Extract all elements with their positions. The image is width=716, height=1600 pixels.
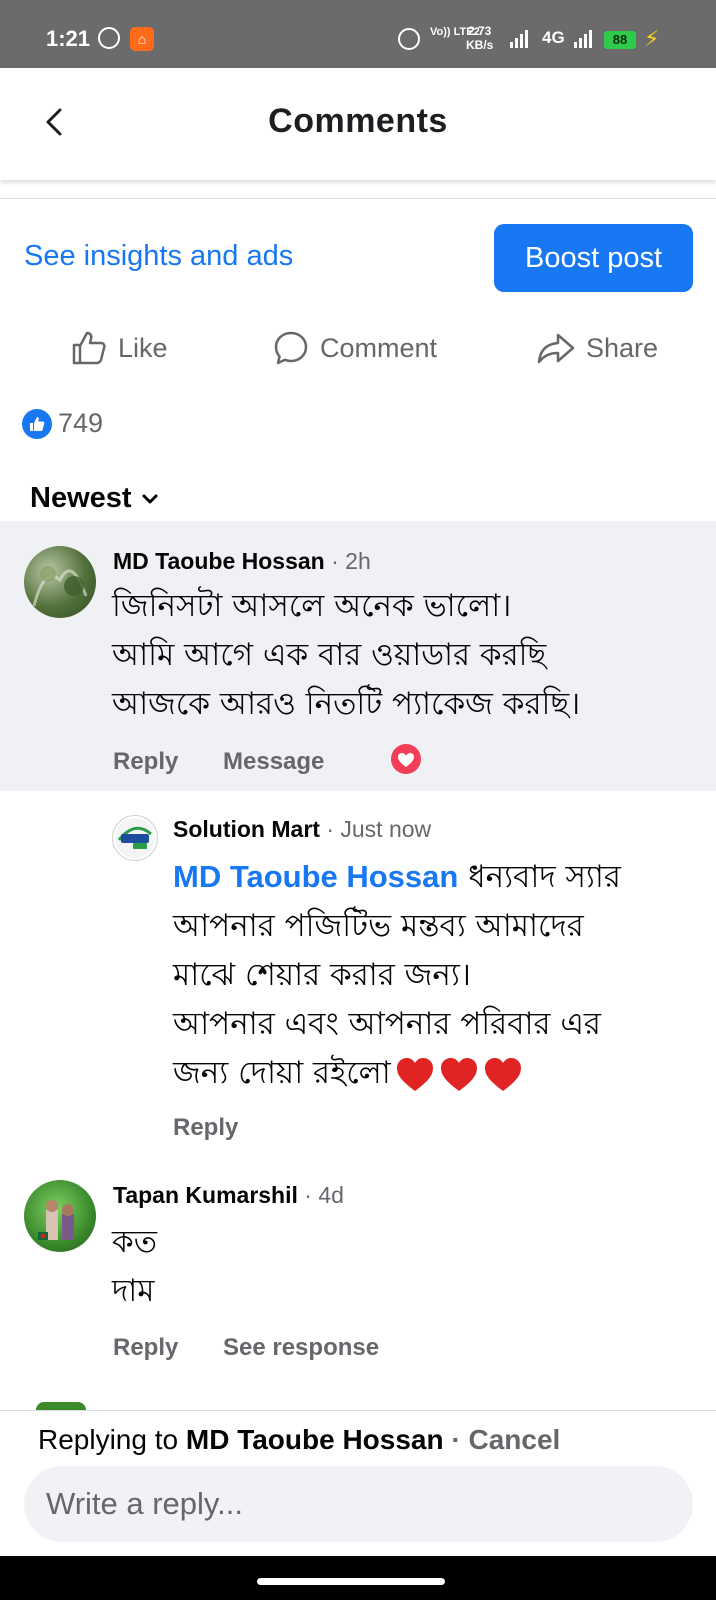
comment-line: আপনার এবং আপনার পরিবার এর xyxy=(173,1006,601,1042)
comment-line: MD Taoube Hossan ধন্যবাদ স্যার xyxy=(173,859,621,895)
app-notification-icon: ⌂ xyxy=(130,27,154,51)
comment-button[interactable]: Comment xyxy=(272,328,437,368)
avatar[interactable] xyxy=(112,815,158,861)
comment-author[interactable]: Tapan Kumarshil · 4d xyxy=(113,1182,344,1209)
like-label: Like xyxy=(118,332,168,363)
divider xyxy=(0,198,716,199)
boost-post-button[interactable]: Boost post xyxy=(494,224,693,292)
comment-line: জিনিসটা আসলে অনেক ভালো। xyxy=(112,588,512,624)
reaction-summary[interactable]: 749 xyxy=(22,408,103,439)
replying-prefix: Replying to xyxy=(38,1424,179,1455)
reply-button[interactable]: Reply xyxy=(113,1334,178,1362)
comment-line: আজকে আরও নিতটি প্যাকেজ করছি। xyxy=(112,686,581,722)
chevron-down-icon xyxy=(142,494,158,503)
heart-emoji-icon xyxy=(396,1057,521,1091)
avatar[interactable] xyxy=(24,1180,96,1252)
signal-strength-icon-2 xyxy=(574,30,592,48)
see-response-button[interactable]: See response xyxy=(223,1334,379,1362)
love-reaction-icon xyxy=(391,744,421,774)
like-button[interactable]: Like xyxy=(70,328,168,368)
comment-line: আমি আগে এক বার ওয়াডার করছি xyxy=(112,637,547,673)
comment-line: জন্য দোয়া রইলো xyxy=(173,1049,621,1098)
reaction-indicator[interactable]: 1 xyxy=(391,744,421,774)
reply-input[interactable] xyxy=(24,1466,693,1542)
avatar[interactable] xyxy=(24,546,96,618)
mention-link[interactable]: MD Taoube Hossan xyxy=(173,859,458,894)
separator: · xyxy=(451,1424,461,1455)
status-bar: 1:21 ⌂ Vo)) LTE2 2.73 KB/s 4G 88 ⚡ xyxy=(0,0,716,68)
battery-icon: 88 xyxy=(604,31,636,49)
author-name[interactable]: Solution Mart xyxy=(173,816,320,842)
cancel-reply-button[interactable]: Cancel xyxy=(469,1424,561,1455)
author-name[interactable]: MD Taoube Hossan xyxy=(113,548,325,574)
sort-dropdown[interactable]: Newest xyxy=(30,482,160,515)
comment-bubble-icon xyxy=(274,331,308,365)
charging-icon: ⚡ xyxy=(644,26,660,51)
composer-divider xyxy=(0,1410,716,1411)
network-type: 4G xyxy=(542,28,565,47)
page-title: Comments xyxy=(268,102,448,140)
comment-body: জিনিসটা আসলে অনেক ভালো। আমি আগে এক বার ও… xyxy=(112,582,580,729)
share-button[interactable]: Share xyxy=(536,328,658,368)
reply-button[interactable]: Reply xyxy=(113,748,178,776)
share-arrow-icon xyxy=(537,333,575,364)
comment-time: · 4d xyxy=(304,1182,344,1208)
comment-line: দাম xyxy=(112,1273,155,1309)
comment-time: · Just now xyxy=(326,816,432,842)
comment-line: কত xyxy=(112,1224,157,1260)
see-insights-link[interactable]: See insights and ads xyxy=(24,240,293,273)
comment-line: মাঝে শেয়ার করার জন্য। xyxy=(173,957,471,993)
comments-header: Comments xyxy=(0,68,716,180)
replying-to-name: MD Taoube Hossan xyxy=(185,1424,444,1455)
network-speed: 2.73 KB/s xyxy=(466,24,494,52)
comment-author[interactable]: MD Taoube Hossan · 2h xyxy=(113,548,371,575)
comment-author[interactable]: Solution Mart · Just now xyxy=(173,816,431,843)
comment-line: আপনার পজিটিভ মন্তব্য আমাদের xyxy=(173,908,584,944)
like-reaction-icon xyxy=(22,408,52,439)
comment-label: Comment xyxy=(320,332,438,363)
comment-body: কত দাম xyxy=(112,1218,157,1316)
signal-strength-icon xyxy=(510,30,528,48)
replying-indicator: Replying to MD Taoube Hossan · Cancel xyxy=(38,1424,560,1456)
alarm-icon xyxy=(398,28,420,50)
home-gesture-handle[interactable] xyxy=(257,1578,445,1585)
avatar xyxy=(36,1402,86,1410)
message-button[interactable]: Message xyxy=(223,748,324,776)
reply-button[interactable]: Reply xyxy=(173,1114,238,1142)
reaction-count: 749 xyxy=(58,408,104,438)
sort-label: Newest xyxy=(30,482,132,514)
comment-body: MD Taoube Hossan ধন্যবাদ স্যার আপনার পজি… xyxy=(173,852,621,1098)
system-nav-bar xyxy=(0,1556,716,1600)
comment-time: · 2h xyxy=(331,548,371,574)
author-name[interactable]: Tapan Kumarshil xyxy=(113,1182,298,1208)
status-time: 1:21 xyxy=(46,26,91,51)
thumbs-up-icon xyxy=(72,331,106,365)
share-label: Share xyxy=(586,332,659,363)
whatsapp-icon xyxy=(98,27,120,49)
